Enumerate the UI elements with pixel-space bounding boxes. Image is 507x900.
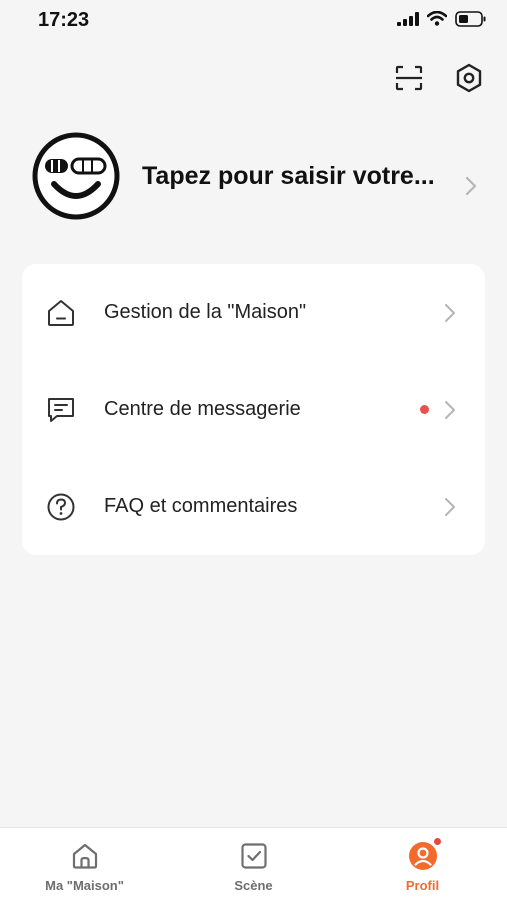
status-time: 17:23 <box>38 9 90 31</box>
home-icon <box>46 298 76 328</box>
profile-icon <box>407 836 443 872</box>
tab-bar: Ma "Maison" Scène Profil <box>0 827 507 900</box>
menu-item-faq[interactable]: FAQ et commentaires <box>22 458 485 555</box>
profile-header[interactable]: Tapez pour saisir votre... <box>32 130 482 222</box>
chevron-right-icon <box>443 302 457 324</box>
profile-screen: 17:23 Tapez pour saisir votre... Gestion… <box>0 0 507 900</box>
settings-icon[interactable] <box>453 62 485 94</box>
profile-name: Tapez pour saisir votre... <box>142 161 435 190</box>
menu-item-label: FAQ et commentaires <box>104 495 298 517</box>
menu-card: Gestion de la "Maison" Centre de message… <box>22 264 485 555</box>
message-icon <box>46 395 76 425</box>
help-icon <box>46 492 76 522</box>
tab-scene[interactable]: Scène <box>169 828 338 900</box>
menu-item-home-management[interactable]: Gestion de la "Maison" <box>22 264 485 361</box>
scan-icon[interactable] <box>393 62 425 94</box>
notification-dot <box>420 405 429 414</box>
chevron-right-icon <box>464 175 482 199</box>
battery-icon <box>455 10 487 32</box>
home-icon <box>69 840 101 872</box>
menu-item-label: Gestion de la "Maison" <box>104 301 307 323</box>
top-actions <box>393 62 485 94</box>
menu-item-message-center[interactable]: Centre de messagerie <box>22 361 485 458</box>
chevron-right-icon <box>443 399 457 421</box>
scene-checkbox-icon <box>238 840 270 872</box>
wifi-icon <box>426 10 448 31</box>
status-bar: 17:23 <box>0 0 507 40</box>
tab-label: Ma "Maison" <box>45 878 124 893</box>
notification-dot <box>431 836 443 847</box>
status-icons <box>397 10 487 32</box>
tab-label: Scène <box>234 878 273 893</box>
menu-item-label: Centre de messagerie <box>104 398 301 420</box>
tab-home[interactable]: Ma "Maison" <box>0 828 169 900</box>
signal-icon <box>397 11 419 31</box>
smiley-avatar-icon <box>32 132 120 220</box>
tab-label: Profil <box>405 878 440 893</box>
chevron-right-icon <box>443 496 457 518</box>
tab-profile[interactable]: Profil <box>338 828 507 900</box>
